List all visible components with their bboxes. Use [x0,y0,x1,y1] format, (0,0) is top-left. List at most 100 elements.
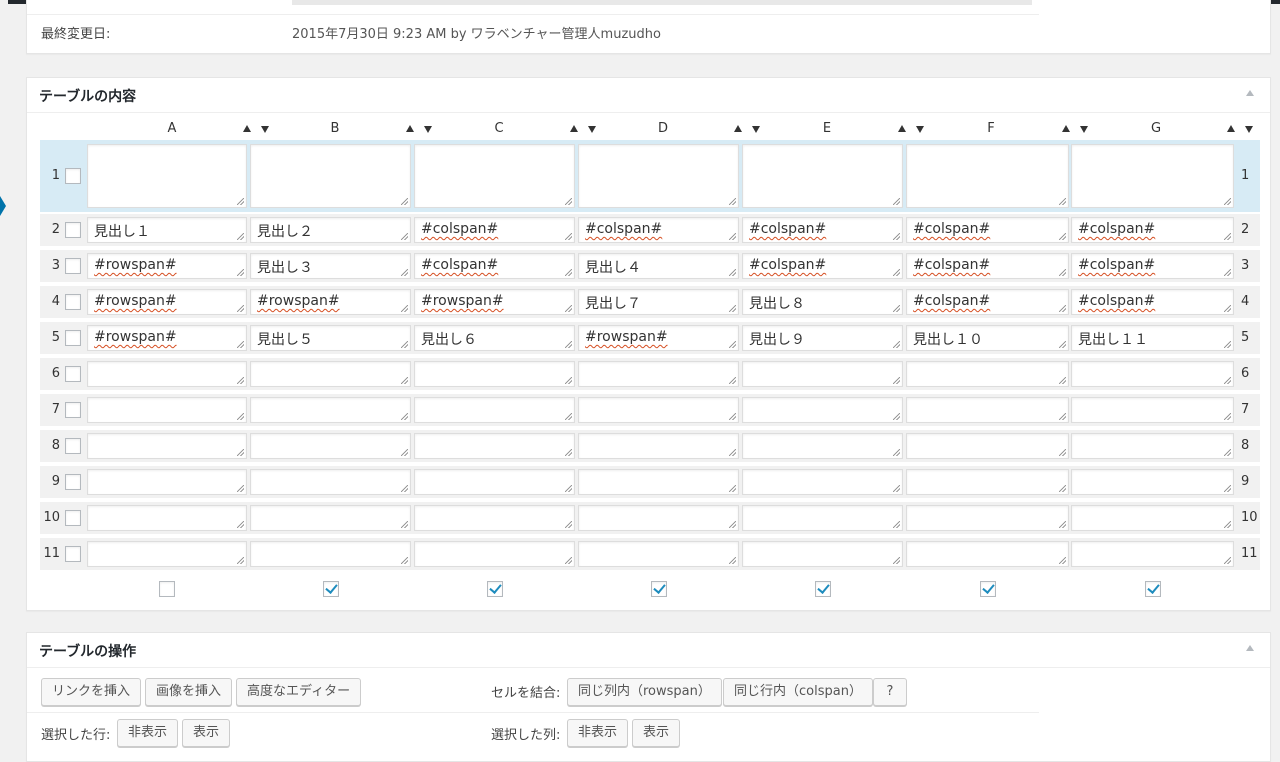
resize-grip-icon[interactable] [237,557,244,564]
resize-grip-icon[interactable] [1059,305,1066,312]
resize-grip-icon[interactable] [565,341,572,348]
table-cell-input[interactable] [414,361,575,387]
resize-grip-icon[interactable] [565,377,572,384]
resize-grip-icon[interactable] [401,198,408,205]
table-cell-input[interactable]: #rowspan# [87,253,247,279]
resize-grip-icon[interactable] [893,521,900,528]
sort-up-icon[interactable] [570,125,578,132]
table-cell-input[interactable]: 見出し５ [250,325,411,351]
row-select-checkbox[interactable] [65,330,81,346]
resize-grip-icon[interactable] [565,485,572,492]
resize-grip-icon[interactable] [729,269,736,276]
column-select-checkbox[interactable] [322,581,339,597]
resize-grip-icon[interactable] [401,341,408,348]
row-select-checkbox[interactable] [65,222,81,238]
table-cell-input[interactable] [742,144,903,208]
resize-grip-icon[interactable] [729,413,736,420]
resize-grip-icon[interactable] [401,557,408,564]
resize-grip-icon[interactable] [1059,521,1066,528]
table-cell-input[interactable] [250,505,411,531]
resize-grip-icon[interactable] [1224,233,1231,240]
resize-grip-icon[interactable] [729,557,736,564]
resize-grip-icon[interactable] [565,233,572,240]
merge-rowspan-button[interactable]: 同じ列内（rowspan） [567,678,722,706]
resize-grip-icon[interactable] [1059,557,1066,564]
table-cell-input[interactable]: 見出し７ [578,289,739,315]
table-cell-input[interactable] [1071,505,1234,531]
advanced-editor-button[interactable]: 高度なエディター [236,678,362,706]
resize-grip-icon[interactable] [237,269,244,276]
sort-down-icon[interactable] [261,126,269,133]
sort-up-icon[interactable] [1227,125,1235,132]
table-cell-input[interactable]: 見出し９ [742,325,903,351]
table-cell-input[interactable] [414,541,575,567]
column-select-checkbox[interactable] [486,581,503,597]
table-cell-input[interactable] [906,397,1069,423]
table-cell-input[interactable] [1071,433,1234,459]
resize-grip-icon[interactable] [893,305,900,312]
table-cell-input[interactable] [742,433,903,459]
table-cell-input[interactable] [414,433,575,459]
table-cell-input[interactable] [1071,361,1234,387]
table-cell-input[interactable]: #colspan# [578,217,739,243]
sort-up-icon[interactable] [1062,125,1070,132]
table-cell-input[interactable] [578,397,739,423]
resize-grip-icon[interactable] [1224,557,1231,564]
table-cell-input[interactable]: 見出し１１ [1071,325,1234,351]
table-cell-input[interactable] [906,433,1069,459]
resize-grip-icon[interactable] [1059,413,1066,420]
sort-down-icon[interactable] [424,126,432,133]
table-cell-input[interactable]: 見出し６ [414,325,575,351]
table-cell-input[interactable] [87,505,247,531]
table-cell-input[interactable] [742,469,903,495]
resize-grip-icon[interactable] [237,413,244,420]
resize-grip-icon[interactable] [401,233,408,240]
resize-grip-icon[interactable] [729,341,736,348]
resize-grip-icon[interactable] [565,305,572,312]
table-cell-input[interactable] [87,469,247,495]
resize-grip-icon[interactable] [1224,449,1231,456]
resize-grip-icon[interactable] [1224,341,1231,348]
collapse-toggle-icon[interactable] [1246,90,1254,96]
table-cell-input[interactable] [87,397,247,423]
sort-down-icon[interactable] [1245,126,1253,133]
resize-grip-icon[interactable] [565,269,572,276]
column-select-checkbox[interactable] [814,581,831,597]
show-cols-button[interactable]: 表示 [632,719,681,747]
resize-grip-icon[interactable] [1059,485,1066,492]
resize-grip-icon[interactable] [565,521,572,528]
row-select-checkbox[interactable] [65,546,81,562]
resize-grip-icon[interactable] [565,557,572,564]
table-cell-input[interactable] [578,361,739,387]
resize-grip-icon[interactable] [893,485,900,492]
resize-grip-icon[interactable] [1059,377,1066,384]
resize-grip-icon[interactable] [1059,341,1066,348]
sort-up-icon[interactable] [406,125,414,132]
sort-up-icon[interactable] [243,125,251,132]
resize-grip-icon[interactable] [729,198,736,205]
row-select-checkbox[interactable] [65,438,81,454]
table-cell-input[interactable] [87,541,247,567]
row-select-checkbox[interactable] [65,294,81,310]
table-operations-header[interactable]: テーブルの操作 [27,633,1270,668]
sort-down-icon[interactable] [752,126,760,133]
table-cell-input[interactable] [578,469,739,495]
table-content-header[interactable]: テーブルの内容 [27,78,1270,113]
table-cell-input[interactable] [414,144,575,208]
resize-grip-icon[interactable] [729,449,736,456]
resize-grip-icon[interactable] [565,198,572,205]
resize-grip-icon[interactable] [401,305,408,312]
resize-grip-icon[interactable] [893,449,900,456]
table-cell-input[interactable] [906,505,1069,531]
resize-grip-icon[interactable] [729,233,736,240]
resize-grip-icon[interactable] [893,557,900,564]
table-cell-input[interactable] [250,469,411,495]
resize-grip-icon[interactable] [401,485,408,492]
resize-grip-icon[interactable] [401,413,408,420]
table-cell-input[interactable] [906,469,1069,495]
table-cell-input[interactable]: #rowspan# [414,289,575,315]
resize-grip-icon[interactable] [1224,377,1231,384]
resize-grip-icon[interactable] [401,449,408,456]
table-cell-input[interactable] [250,397,411,423]
resize-grip-icon[interactable] [565,449,572,456]
